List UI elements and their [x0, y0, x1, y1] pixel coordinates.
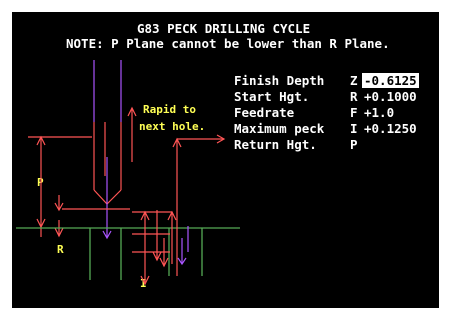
feed-path [102, 157, 112, 240]
peck-drilling-diagram [16, 60, 240, 286]
crt-display: G83 PECK DRILLING CYCLE NOTE: P Plane ca… [12, 12, 439, 308]
tool-holder [93, 60, 122, 122]
feed-return-path [177, 226, 189, 266]
rapid-retract-path [127, 106, 226, 276]
p-plane-dimension [28, 135, 130, 229]
workpiece [16, 227, 240, 280]
screenshot-frame: G83 PECK DRILLING CYCLE NOTE: P Plane ca… [0, 0, 451, 320]
